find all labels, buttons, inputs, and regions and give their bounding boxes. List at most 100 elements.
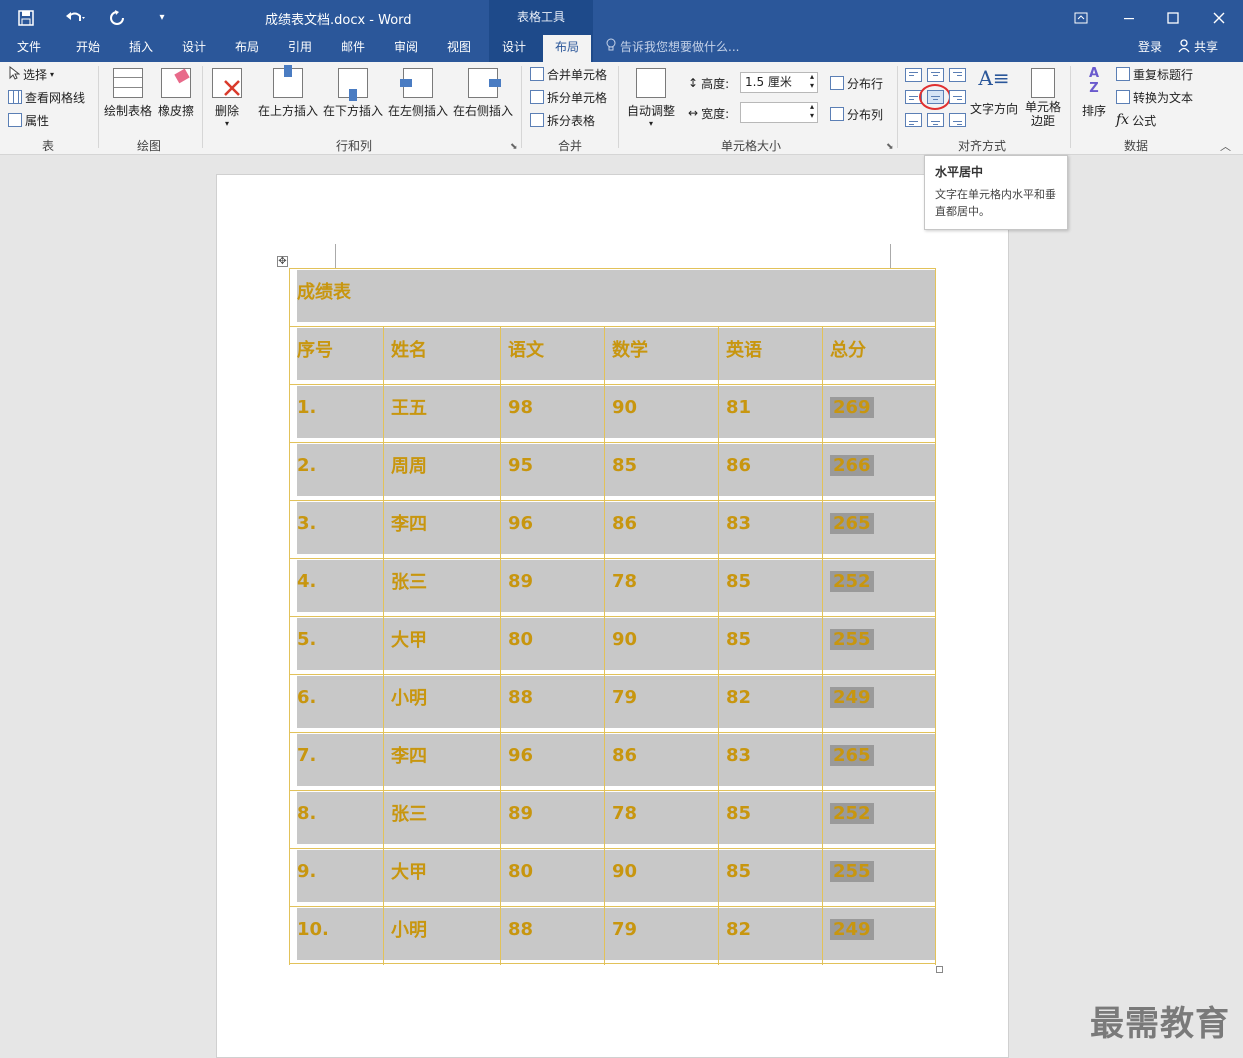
table-cell[interactable]: 81 (718, 384, 822, 430)
insert-right-button[interactable]: 在右侧插入 (453, 68, 513, 119)
table-cell[interactable]: 6. (289, 674, 383, 720)
align-top-right-icon[interactable] (949, 68, 966, 82)
header-cell[interactable]: 序号 (289, 326, 383, 372)
header-cell[interactable]: 英语 (718, 326, 822, 372)
total-cell[interactable]: 252 (822, 558, 936, 604)
table-cell[interactable]: 89 (500, 558, 604, 604)
table-row[interactable]: 3. 李四 96 86 83 265 (289, 500, 936, 558)
table-row[interactable]: 9. 大甲 80 90 85 255 (289, 848, 936, 906)
total-cell[interactable]: 249 (822, 906, 936, 952)
height-spinner-icon[interactable]: ▴ ▾ (810, 72, 814, 90)
share-button[interactable]: 共享 (1178, 35, 1218, 62)
cell-size-launcher-icon[interactable]: ⬊ (886, 142, 894, 152)
table-cell[interactable]: 78 (604, 558, 718, 604)
table-row[interactable]: 7. 李四 96 86 83 265 (289, 732, 936, 790)
undo-icon[interactable] (58, 0, 94, 35)
table-cell[interactable]: 9. (289, 848, 383, 894)
table-cell[interactable]: 80 (500, 616, 604, 662)
total-cell[interactable]: 249 (822, 674, 936, 720)
table-cell[interactable]: 7. (289, 732, 383, 778)
total-cell[interactable]: 252 (822, 790, 936, 836)
table-title[interactable]: 成绩表 (289, 268, 936, 314)
table-cell[interactable]: 78 (604, 790, 718, 836)
sort-button[interactable]: AZ 排序 (1078, 66, 1110, 119)
total-cell[interactable]: 269 (822, 384, 936, 430)
align-center-right-icon[interactable] (949, 90, 966, 104)
total-cell[interactable]: 266 (822, 442, 936, 488)
table-cell[interactable]: 79 (604, 906, 718, 952)
total-cell[interactable]: 255 (822, 848, 936, 894)
view-gridlines-button[interactable]: 查看网格线 (8, 87, 85, 107)
header-cell[interactable]: 数学 (604, 326, 718, 372)
table-cell[interactable]: 小明 (383, 906, 500, 952)
table-cell[interactable]: 90 (604, 848, 718, 894)
table-row[interactable]: 1. 王五 98 90 81 269 (289, 384, 936, 442)
table-cell[interactable]: 8. (289, 790, 383, 836)
table-cell[interactable]: 王五 (383, 384, 500, 430)
table-cell[interactable]: 95 (500, 442, 604, 488)
table-cell[interactable]: 85 (604, 442, 718, 488)
close-icon[interactable] (1204, 0, 1234, 35)
table-cell[interactable]: 80 (500, 848, 604, 894)
header-cell[interactable]: 总分 (822, 326, 936, 372)
redo-icon[interactable] (106, 0, 128, 35)
table-cell[interactable]: 85 (718, 616, 822, 662)
table-cell[interactable]: 86 (604, 500, 718, 546)
insert-left-button[interactable]: 在左侧插入 (388, 68, 448, 119)
table-row[interactable]: 4. 张三 89 78 85 252 (289, 558, 936, 616)
table-cell[interactable]: 82 (718, 674, 822, 720)
tab-references[interactable]: 引用 (278, 35, 322, 62)
tab-review[interactable]: 审阅 (384, 35, 428, 62)
tab-view[interactable]: 视图 (437, 35, 481, 62)
ribbon-display-options-icon[interactable] (1066, 0, 1096, 35)
insert-below-button[interactable]: 在下方插入 (323, 68, 383, 119)
table-cell[interactable]: 86 (718, 442, 822, 488)
table-cell[interactable]: 张三 (383, 790, 500, 836)
table-resize-handle-icon[interactable] (936, 966, 943, 973)
distribute-cols-button[interactable]: 分布列 (830, 104, 883, 124)
align-bottom-left-icon[interactable] (905, 113, 922, 127)
table-cell[interactable]: 88 (500, 906, 604, 952)
table-cell[interactable]: 大甲 (383, 616, 500, 662)
table-cell[interactable]: 3. (289, 500, 383, 546)
table-row[interactable]: 8. 张三 89 78 85 252 (289, 790, 936, 848)
table-row[interactable]: 5. 大甲 80 90 85 255 (289, 616, 936, 674)
distribute-rows-button[interactable]: 分布行 (830, 73, 883, 93)
table-cell[interactable]: 79 (604, 674, 718, 720)
table-cell[interactable]: 小明 (383, 674, 500, 720)
tab-mailings[interactable]: 邮件 (331, 35, 375, 62)
table-row[interactable]: 10. 小明 88 79 82 249 (289, 906, 936, 964)
table-cell[interactable]: 李四 (383, 732, 500, 778)
customize-toolbar-icon[interactable]: ▾ (152, 0, 172, 35)
align-top-left-icon[interactable] (905, 68, 922, 82)
select-button[interactable]: 选择 ▾ (8, 64, 54, 84)
tab-layout[interactable]: 布局 (225, 35, 269, 62)
table-header-row[interactable]: 序号 姓名 语文 数学 英语 总分 (289, 326, 936, 384)
width-spinner-icon[interactable]: ▴ ▾ (810, 102, 814, 120)
table-row[interactable]: 2. 周周 95 85 86 266 (289, 442, 936, 500)
rows-cols-launcher-icon[interactable]: ⬊ (510, 142, 518, 152)
formula-button[interactable]: fx 公式 (1116, 110, 1156, 130)
insert-above-button[interactable]: 在上方插入 (258, 65, 318, 119)
draw-table-button[interactable]: 绘制表格 (104, 68, 152, 119)
table-cell[interactable]: 86 (604, 732, 718, 778)
tell-me-search[interactable]: 告诉我您想要做什么... (606, 35, 739, 62)
tab-file[interactable]: 文件 (8, 35, 50, 62)
total-cell[interactable]: 255 (822, 616, 936, 662)
table-cell[interactable]: 83 (718, 500, 822, 546)
login-link[interactable]: 登录 (1138, 35, 1162, 60)
table-cell[interactable]: 张三 (383, 558, 500, 604)
table-cell[interactable]: 96 (500, 500, 604, 546)
total-cell[interactable]: 265 (822, 500, 936, 546)
table-cell[interactable]: 98 (500, 384, 604, 430)
table-cell[interactable]: 90 (604, 384, 718, 430)
tab-design[interactable]: 设计 (172, 35, 216, 62)
table-cell[interactable]: 96 (500, 732, 604, 778)
tab-table-design[interactable]: 设计 (492, 35, 536, 62)
table-cell[interactable]: 85 (718, 848, 822, 894)
width-input[interactable]: ▴ ▾ (740, 102, 818, 123)
table-cell[interactable]: 大甲 (383, 848, 500, 894)
align-top-center-icon[interactable] (927, 68, 944, 82)
table-cell[interactable]: 1. (289, 384, 383, 430)
properties-button[interactable]: 属性 (8, 110, 49, 130)
